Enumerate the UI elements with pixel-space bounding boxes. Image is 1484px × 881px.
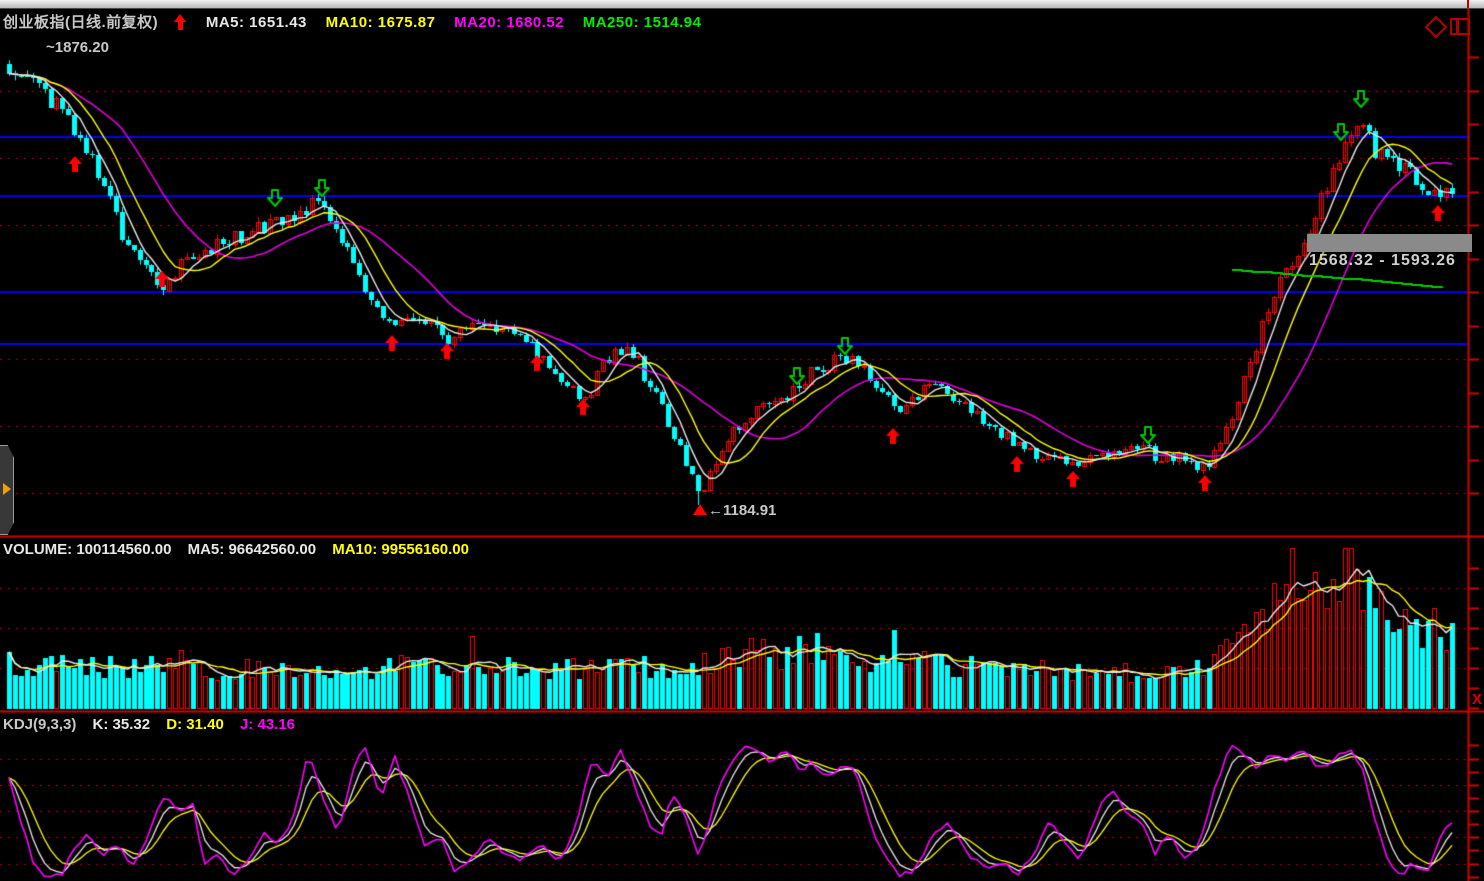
close-indicator-button[interactable]: X [1472,691,1482,708]
price-range-highlight-box [1307,234,1472,252]
price-panel-header: 创业板指(日线.前复权) MA5: 1651.43 MA10: 1675.87 … [3,11,715,32]
high-price-label: ~1876.20 [46,39,109,56]
volume-value: VOLUME: 100114560.00 [3,541,171,558]
kdj-j-value: J: 43.16 [240,716,295,733]
kdj-d-value: D: 31.40 [166,716,224,733]
trading-app-window: 创业板指(日线.前复权) MA5: 1651.43 MA10: 1675.87 … [0,0,1484,881]
up-arrow-icon [174,14,187,30]
symbol-label: 创业板指(日线.前复权) [3,14,158,31]
kdj-panel-header: KDJ(9,3,3) K: 35.32 D: 31.40 J: 43.16 [3,716,307,733]
axis-notch [1467,0,1469,8]
kdj-k-value: K: 35.32 [93,716,151,733]
ma20-value: MA20: 1680.52 [454,14,564,31]
chart-canvas[interactable] [0,0,1484,881]
split-window-icon[interactable] [1450,18,1470,35]
sidebar-expand-tab[interactable] [0,445,14,535]
volume-ma10-value: MA10: 99556160.00 [332,541,469,558]
volume-ma5-value: MA5: 96642560.00 [188,541,316,558]
low-price-label: ←1184.91 [708,502,776,519]
price-range-label: 1568.32 - 1593.26 [1309,252,1456,270]
volume-panel-header: VOLUME: 100114560.00 MA5: 96642560.00 MA… [3,541,481,558]
ma10-value: MA10: 1675.87 [326,14,436,31]
window-title-bar[interactable] [0,0,1484,9]
low-point-marker-icon [693,504,707,515]
ma250-value: MA250: 1514.94 [583,14,702,31]
expand-arrow-icon [3,483,11,495]
ma5-value: MA5: 1651.43 [206,14,307,31]
kdj-label: KDJ(9,3,3) [3,716,76,733]
